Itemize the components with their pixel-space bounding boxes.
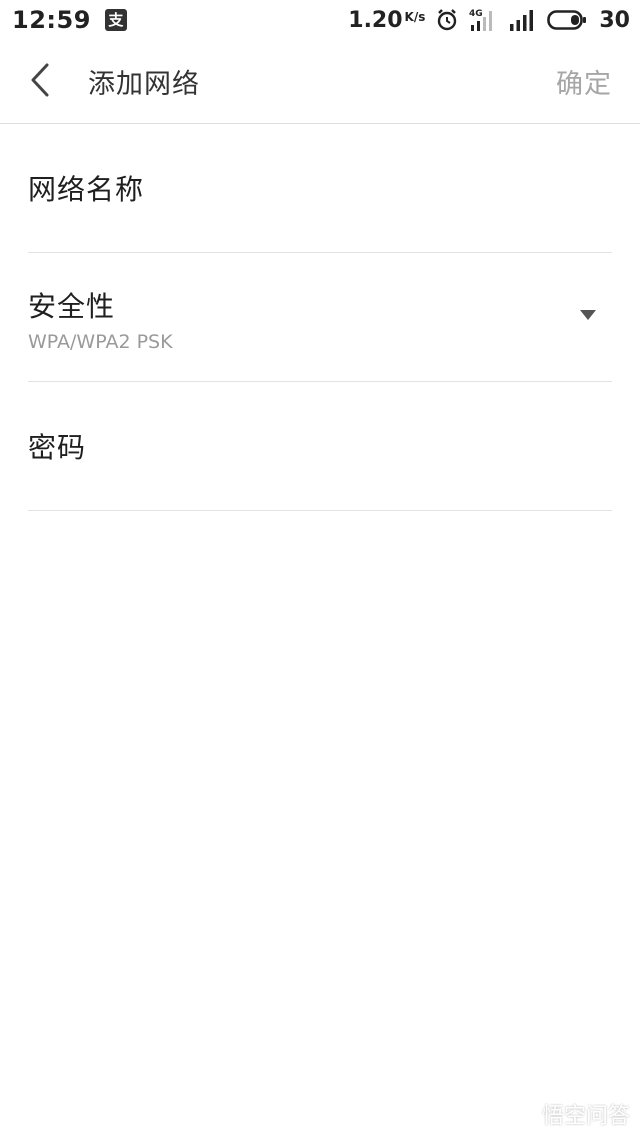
network-name-row[interactable]: 网络名称	[28, 124, 612, 253]
chevron-left-icon	[31, 63, 49, 97]
add-network-form: 网络名称 安全性 WPA/WPA2 PSK 密码	[28, 124, 612, 511]
battery-icon	[547, 9, 587, 31]
signal-4g-icon: 4G	[469, 7, 499, 33]
watermark: 悟空问答	[510, 1098, 630, 1130]
signal-icon	[509, 8, 537, 32]
title-bar: 添加网络 确定	[0, 40, 640, 124]
password-row[interactable]: 密码	[28, 382, 612, 511]
status-time: 12:59	[12, 6, 91, 34]
status-bar-right: 1.20 K/s 4G 30	[348, 7, 630, 33]
dropdown-arrow-icon	[580, 310, 596, 320]
security-value: WPA/WPA2 PSK	[28, 331, 173, 353]
network-type-label: 4G	[469, 9, 483, 19]
security-label: 安全性	[28, 290, 116, 323]
wukong-logo-icon	[510, 1107, 536, 1121]
confirm-button[interactable]: 确定	[556, 62, 612, 101]
network-speed-value: 1.20	[348, 7, 403, 33]
network-speed-unit: K/s	[404, 9, 426, 24]
page-title: 添加网络	[88, 69, 200, 100]
password-input[interactable]	[28, 382, 612, 510]
status-bar: 12:59 支 1.20 K/s 4G 30	[0, 0, 640, 40]
alipay-icon: 支	[104, 9, 127, 31]
watermark-text: 悟空问答	[541, 1104, 630, 1129]
status-bar-left: 12:59 支	[12, 6, 127, 34]
screen: 12:59 支 1.20 K/s 4G 30 添加网络 确定 网络名称 安全性 …	[0, 0, 640, 1138]
network-speed: 1.20 K/s	[348, 8, 425, 33]
alarm-icon	[435, 8, 459, 32]
network-name-input[interactable]	[28, 124, 612, 252]
back-button[interactable]	[18, 58, 62, 102]
battery-level: 30	[599, 7, 630, 33]
security-dropdown[interactable]: 安全性 WPA/WPA2 PSK	[28, 253, 612, 382]
